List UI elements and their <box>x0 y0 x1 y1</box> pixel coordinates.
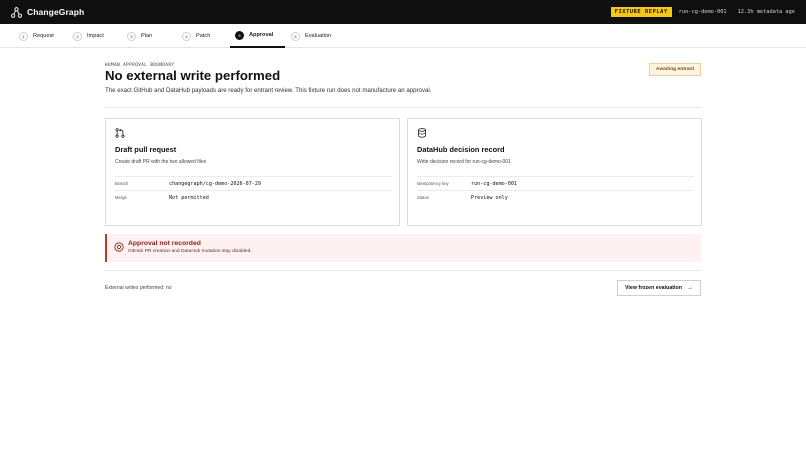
step-label: Approval <box>249 32 274 38</box>
metadata-age: 12.3h metadata age <box>737 9 795 15</box>
git-pull-request-icon <box>115 128 125 138</box>
tab-impact[interactable]: 2 Impact <box>68 24 112 48</box>
step-number: 6 <box>291 31 300 41</box>
draft-pr-card: Draft pull request Create draft PR with … <box>105 118 400 226</box>
detail-value: run-cg-demo-001 <box>471 180 518 187</box>
divider <box>105 270 701 271</box>
detail-key: Idempotency key <box>417 181 449 186</box>
card-description: Create draft PR with the two allowed fil… <box>115 159 207 165</box>
button-label: View frozen evaluation <box>624 285 682 291</box>
step-number: 2 <box>73 31 82 41</box>
detail-row: Merge Not permitted <box>115 190 392 204</box>
view-evaluation-button[interactable]: View frozen evaluation → <box>617 280 701 296</box>
step-number: 5 <box>235 30 244 40</box>
app-name: ChangeGraph <box>27 7 85 17</box>
alert-description: GitHub PR creation and DataHub mutation … <box>128 249 252 254</box>
detail-row: Branch changegraph/cg-demo-2026-07-29 <box>115 176 392 190</box>
step-number: 4 <box>182 31 191 41</box>
database-icon <box>418 128 426 138</box>
divider <box>105 107 701 108</box>
alert-title: Approval not recorded <box>128 240 201 247</box>
approval-alert: Approval not recorded GitHub PR creation… <box>105 234 701 262</box>
step-label: Patch <box>196 33 211 39</box>
tab-evaluation[interactable]: 6 Evaluation <box>286 24 339 48</box>
step-label: Request <box>33 33 54 39</box>
detail-row: Status Preview only <box>417 190 694 204</box>
detail-key: Branch <box>115 181 129 186</box>
arrow-right-icon: → <box>687 285 693 291</box>
detail-key: Status <box>417 195 429 200</box>
detail-value: changegraph/cg-demo-2026-07-29 <box>169 180 262 187</box>
tab-patch[interactable]: 4 Patch <box>177 24 218 48</box>
tab-plan[interactable]: 3 Plan <box>122 24 160 48</box>
tab-request[interactable]: 1 Request <box>14 24 62 48</box>
page-description: The exact GitHub and DataHub payloads ar… <box>105 87 432 94</box>
card-description: Write decision record for run-cg-demo-00… <box>417 159 511 165</box>
card-title: DataHub decision record <box>417 145 505 154</box>
run-id: run-cg-demo-001 <box>678 9 727 15</box>
top-bar: ChangeGraph FIXTURE REPLAY run-cg-demo-0… <box>0 0 806 24</box>
detail-row: Idempotency key run-cg-demo-001 <box>417 176 694 190</box>
step-label: Evaluation <box>305 33 332 39</box>
step-label: Plan <box>141 33 153 39</box>
status-badge: Awaiting entrant <box>649 63 701 76</box>
fixture-badge: FIXTURE REPLAY <box>610 7 672 17</box>
stop-circle-icon <box>114 242 124 252</box>
tab-approval[interactable]: 5 Approval <box>230 24 285 48</box>
graph-logo-icon <box>11 6 22 18</box>
datahub-record-card: DataHub decision record Write decision r… <box>407 118 702 226</box>
run-meta: FIXTURE REPLAY run-cg-demo-001 12.3h met… <box>610 0 795 24</box>
card-title: Draft pull request <box>115 145 177 154</box>
step-number: 1 <box>19 31 28 41</box>
step-number: 3 <box>127 31 136 41</box>
page-title: No external write performed <box>105 68 281 83</box>
step-nav: 1 Request 2 Impact 3 Plan 4 Patch 5 Appr… <box>0 24 806 48</box>
step-label: Impact <box>87 33 104 39</box>
section-eyebrow: HUMAN APPROVAL BOUNDARY <box>105 62 175 67</box>
detail-key: Merge <box>115 195 127 200</box>
brand[interactable]: ChangeGraph <box>11 6 85 18</box>
detail-value: Preview only <box>471 194 508 201</box>
detail-value: Not permitted <box>169 194 209 201</box>
external-writes-status: External writes performed: no <box>105 285 172 291</box>
